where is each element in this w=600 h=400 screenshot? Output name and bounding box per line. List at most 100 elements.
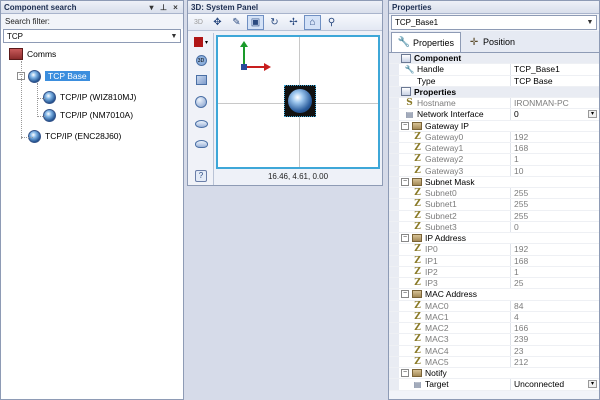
property-value[interactable]: 192 [510, 244, 599, 255]
pan-icon[interactable]: ✢ [285, 15, 302, 30]
chevron-down-icon[interactable]: ▾ [588, 380, 597, 389]
globe-icon [28, 69, 41, 83]
tree-item[interactable]: − TCP Base [17, 69, 90, 83]
move-icon[interactable]: ✥ [209, 15, 226, 30]
tcp-base-3d-object[interactable] [284, 85, 316, 117]
view-3d-icon[interactable]: 3D [190, 15, 207, 30]
property-value[interactable]: 4 [510, 311, 599, 322]
pin-icon[interactable]: ⊥ [159, 3, 168, 12]
property-row[interactable]: Z MAC2 166 [389, 323, 599, 335]
property-value[interactable]: 255 [510, 199, 599, 210]
property-row[interactable]: Z Gateway3 10 [389, 165, 599, 177]
property-value[interactable]: 10 [510, 165, 599, 176]
property-value[interactable]: IRONMAN-PC [510, 98, 599, 109]
chevron-down-icon[interactable]: ▾ [588, 110, 597, 119]
property-row[interactable]: Z Gateway2 1 [389, 154, 599, 166]
3d-viewport[interactable] [216, 35, 380, 169]
disc-icon[interactable] [193, 137, 209, 151]
property-row[interactable]: Z MAC5 212 [389, 356, 599, 368]
property-group[interactable]: − MAC Address [389, 289, 599, 301]
collapse-icon[interactable]: − [401, 290, 409, 299]
property-section[interactable]: Properties [389, 86, 599, 98]
property-row[interactable]: Z IP3 25 [389, 278, 599, 290]
property-row[interactable]: Z IP2 1 [389, 266, 599, 278]
pencil-icon[interactable]: ✎ [228, 15, 245, 30]
tab-position-label: Position [483, 37, 516, 47]
camera-icon[interactable]: ⌂ [304, 14, 321, 30]
property-row[interactable]: ▤ Target Unconnected ▾ [389, 379, 599, 391]
property-group[interactable]: − IP Address [389, 233, 599, 245]
help-icon[interactable]: ? [193, 169, 209, 183]
property-value[interactable]: 212 [510, 356, 599, 367]
zoom-icon[interactable]: ⚲ [323, 15, 340, 30]
collapse-icon[interactable]: − [401, 177, 409, 186]
property-row[interactable]: Z MAC4 23 [389, 345, 599, 357]
property-value[interactable]: 192 [510, 131, 599, 142]
tree-item[interactable]: TCP/IP (ENC28J60) [17, 129, 121, 143]
property-value[interactable]: 1 [510, 266, 599, 277]
chevron-down-icon[interactable]: ▼ [168, 33, 180, 40]
view-mode-icon[interactable]: 3D [193, 53, 209, 67]
property-row[interactable]: Z MAC3 239 [389, 334, 599, 346]
property-value[interactable]: TCP_Base1 [510, 64, 599, 75]
property-value[interactable]: 255 [510, 188, 599, 199]
property-row[interactable]: Z MAC0 84 [389, 300, 599, 312]
search-filter-combo[interactable]: TCP ▼ [3, 29, 181, 43]
property-value[interactable]: 25 [510, 278, 599, 289]
property-value[interactable]: 168 [510, 143, 599, 154]
property-value[interactable]: TCP Base [510, 75, 599, 86]
property-row[interactable]: Z Gateway0 192 [389, 131, 599, 143]
blank-icon [405, 76, 414, 85]
property-row[interactable]: Z Subnet2 255 [389, 210, 599, 222]
property-value[interactable]: 84 [510, 300, 599, 311]
property-value[interactable]: 0 [510, 221, 599, 232]
property-row[interactable]: Z Gateway1 168 [389, 143, 599, 155]
property-row[interactable]: Z MAC1 4 [389, 311, 599, 323]
property-row[interactable]: 🔧 Handle TCP_Base1 [389, 64, 599, 76]
chevron-down-icon[interactable]: ▼ [584, 19, 596, 26]
property-value[interactable]: 1 [510, 154, 599, 165]
wrench-icon: 🔧 [404, 64, 415, 75]
property-value[interactable]: 239 [510, 334, 599, 345]
property-row[interactable]: Z Subnet1 255 [389, 199, 599, 211]
property-value[interactable]: 255 [510, 210, 599, 221]
tab-properties[interactable]: 🔧 Properties [391, 32, 462, 52]
close-icon[interactable]: × [171, 3, 180, 12]
property-group[interactable]: − Subnet Mask [389, 176, 599, 188]
collapse-icon[interactable]: − [401, 369, 409, 378]
property-section[interactable]: Component [389, 53, 599, 65]
property-value[interactable]: 0 ▾ [510, 109, 599, 120]
tree-item[interactable]: TCP/IP (WIZ810MJ) [43, 90, 136, 104]
sphere-icon[interactable] [193, 95, 209, 109]
property-row[interactable]: ▤ Network Interface 0 ▾ [389, 109, 599, 121]
property-name-text: Type [417, 75, 436, 86]
property-row[interactable]: S Hostname IRONMAN-PC [389, 98, 599, 110]
property-row[interactable]: Z Subnet3 0 [389, 221, 599, 233]
search-filter-value[interactable]: TCP [7, 32, 168, 41]
property-group[interactable]: − Gateway IP [389, 120, 599, 132]
color-swatch-icon[interactable]: ▾ [193, 35, 209, 49]
cube-icon[interactable] [193, 73, 209, 87]
property-row[interactable]: Z Subnet0 255 [389, 188, 599, 200]
dropdown-arrow-icon[interactable]: ▾ [147, 3, 156, 12]
tab-position[interactable]: ✛ Position [461, 32, 522, 52]
object-selector-value[interactable]: TCP_Base1 [395, 18, 584, 27]
property-row[interactable]: Z IP0 192 [389, 244, 599, 256]
property-row[interactable]: Type TCP Base [389, 75, 599, 87]
property-row[interactable]: Z IP1 168 [389, 255, 599, 267]
tree-item[interactable]: Comms [9, 47, 56, 61]
object-selector[interactable]: TCP_Base1 ▼ [391, 15, 597, 30]
property-name-text: Notify [425, 368, 447, 379]
cylinder-icon[interactable] [193, 117, 209, 131]
property-group[interactable]: − Notify [389, 368, 599, 380]
collapse-icon[interactable]: − [401, 234, 409, 243]
tree-item[interactable]: TCP/IP (NM7010A) [43, 108, 133, 122]
property-value[interactable]: 166 [510, 323, 599, 334]
collapse-icon[interactable]: − [401, 121, 409, 130]
property-value[interactable]: Unconnected ▾ [510, 379, 599, 390]
property-value[interactable]: 23 [510, 345, 599, 356]
property-name: Z MAC5 [399, 357, 510, 367]
property-value[interactable]: 168 [510, 255, 599, 266]
select-icon[interactable]: ▣ [247, 14, 264, 30]
rotate-icon[interactable]: ↻ [266, 15, 283, 30]
